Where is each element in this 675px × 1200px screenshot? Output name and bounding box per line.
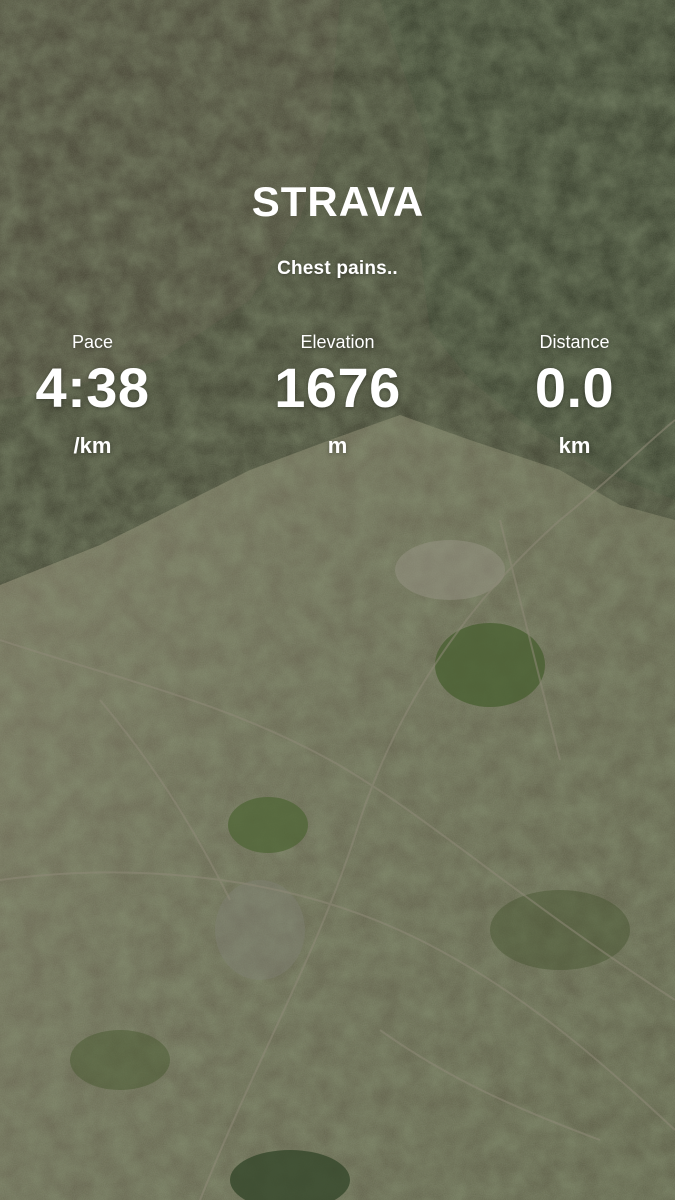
strava-logo: STRAVA: [0, 178, 675, 227]
stat-elevation-label: Elevation: [300, 332, 375, 352]
stat-pace-value: 4:38: [35, 356, 150, 419]
stat-pace-label: Pace: [71, 332, 114, 352]
strava-wordmark-icon: STRAVA: [251, 178, 423, 222]
stat-distance: Distance 0.0 km: [462, 330, 675, 460]
stat-pace-unit: /km: [73, 433, 112, 458]
stat-elevation: Elevation 1676 m: [225, 330, 450, 460]
activity-title: Chest pains..: [277, 258, 398, 279]
stat-distance-label: Distance: [539, 332, 610, 352]
stat-distance-value: 0.0: [534, 356, 615, 419]
svg-text:STRAVA: STRAVA: [251, 178, 423, 222]
stat-distance-unit: km: [558, 433, 591, 458]
activity-share-card: STRAVA Chest pains.. Pace 4:38 /km Eleva…: [0, 0, 675, 1200]
stat-elevation-value: 1676: [274, 356, 401, 419]
stat-elevation-unit: m: [327, 433, 348, 458]
stats-overlay: STRAVA Chest pains.. Pace 4:38 /km Eleva…: [0, 0, 675, 1200]
stat-pace: Pace 4:38 /km: [0, 330, 205, 460]
